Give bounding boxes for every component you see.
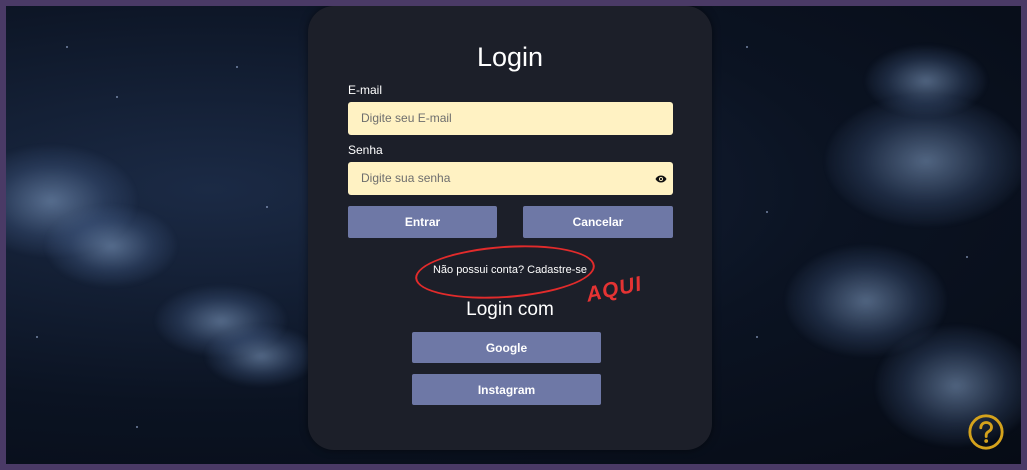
star: [66, 46, 68, 48]
star: [766, 211, 768, 213]
help-icon[interactable]: [967, 413, 1005, 451]
star: [116, 96, 118, 98]
login-card: Login E-mail Senha Entrar Cancelar Não p…: [308, 6, 712, 450]
cancel-button[interactable]: Cancelar: [523, 206, 673, 238]
password-field-wrapper[interactable]: [348, 162, 673, 195]
cloud: [46, 206, 176, 286]
password-field[interactable]: [361, 171, 641, 185]
submit-button[interactable]: Entrar: [348, 206, 497, 238]
annotation-circle: [413, 239, 597, 305]
star: [136, 426, 138, 428]
star: [756, 336, 758, 338]
star: [966, 256, 968, 258]
cloud: [866, 46, 986, 116]
night-sky-background: Login E-mail Senha Entrar Cancelar Não p…: [6, 6, 1021, 464]
page-title: Login: [476, 42, 544, 72]
email-field[interactable]: [361, 111, 641, 125]
instagram-login-button[interactable]: Instagram: [412, 374, 601, 405]
social-login-title: Login com: [466, 299, 554, 320]
star: [36, 336, 38, 338]
cloud: [206, 326, 316, 386]
star: [746, 46, 748, 48]
eye-icon[interactable]: [655, 173, 667, 185]
star: [236, 66, 238, 68]
password-label: Senha: [348, 143, 383, 157]
email-field-wrapper[interactable]: [348, 102, 673, 135]
google-login-button[interactable]: Google: [412, 332, 601, 363]
star: [266, 206, 268, 208]
email-label: E-mail: [348, 83, 383, 97]
